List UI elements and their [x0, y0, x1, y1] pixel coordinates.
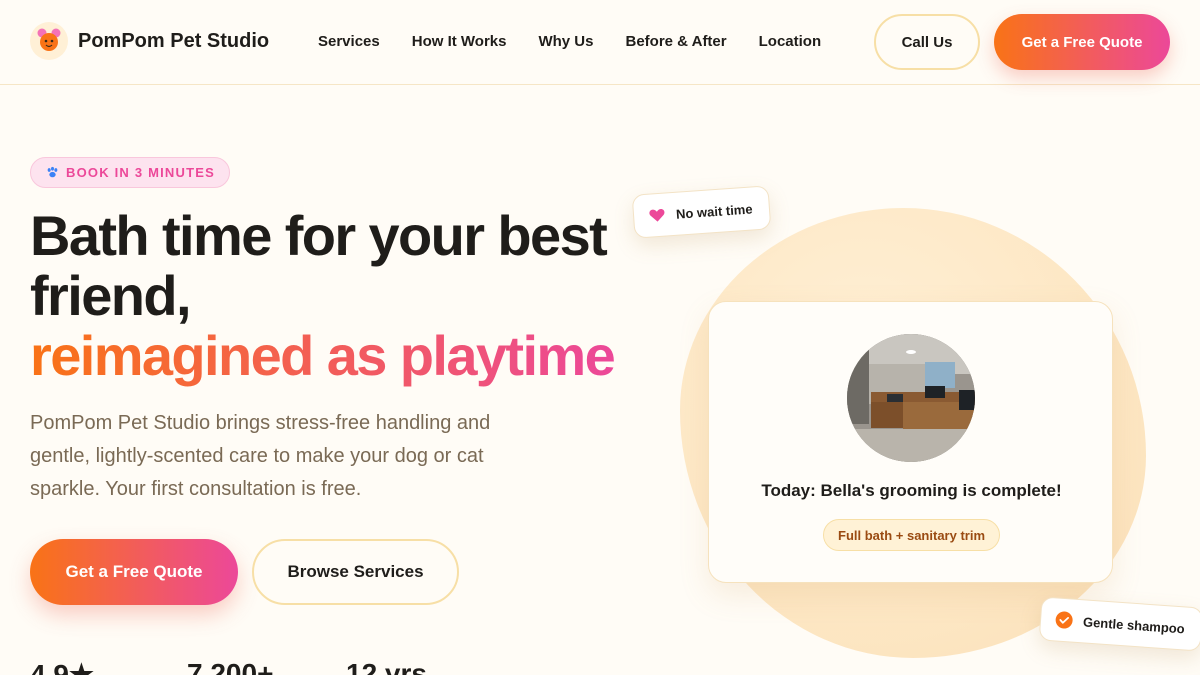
- status-card: Today: Bella's grooming is complete! Ful…: [708, 301, 1113, 583]
- hero-lead: PomPom Pet Studio brings stress-free han…: [30, 412, 491, 500]
- gentle-shampoo-label: Gentle shampoo: [1082, 613, 1186, 636]
- main-nav: Services How It Works Why Us Before & Af…: [318, 33, 821, 50]
- status-title: Today: Bella's grooming is complete!: [761, 481, 1062, 500]
- heart-icon: [649, 209, 665, 222]
- hero-title-line1: Bath time for your best: [30, 204, 608, 267]
- browse-services-button[interactable]: Browse Services: [252, 539, 459, 605]
- paw-logo-icon[interactable]: [30, 22, 68, 60]
- site-header: PomPom Pet Studio Services How It Works …: [0, 0, 1200, 85]
- hero-title-line2: friend,: [30, 264, 192, 327]
- salon-interior-image: [847, 334, 975, 462]
- stat-years: 12 yrs: [346, 658, 427, 675]
- get-quote-button[interactable]: Get a Free Quote: [30, 539, 238, 605]
- hero-title: Bath time for your best friend, reimagin…: [30, 206, 650, 386]
- brand-name[interactable]: PomPom Pet Studio: [78, 30, 269, 53]
- service-chip: Full bath + sanitary trim: [823, 519, 1001, 551]
- no-wait-badge: No wait time: [631, 185, 771, 239]
- nav-how-it-works[interactable]: How It Works: [412, 33, 507, 50]
- badge-label: BOOK IN 3 MINUTES: [66, 165, 215, 180]
- hero-title-highlight: reimagined as playtime: [30, 324, 616, 387]
- nav-services[interactable]: Services: [318, 33, 380, 50]
- stats-row: 4.9★ 7,200+ 12 yrs: [30, 658, 427, 675]
- nav-location[interactable]: Location: [759, 33, 822, 50]
- paw-icon: [47, 166, 58, 178]
- stat-rating: 4.9★: [30, 659, 95, 675]
- nav-why-us[interactable]: Why Us: [538, 33, 593, 50]
- gentle-shampoo-badge: Gentle shampoo: [1038, 596, 1200, 652]
- salon-photo: [847, 334, 975, 462]
- nav-before-after[interactable]: Before & After: [625, 33, 726, 50]
- call-us-button[interactable]: Call Us: [874, 14, 980, 70]
- check-circle-icon: [1055, 611, 1073, 629]
- header-quote-button[interactable]: Get a Free Quote: [994, 14, 1170, 70]
- stat-customers: 7,200+: [187, 658, 274, 675]
- booking-badge: BOOK IN 3 MINUTES: [30, 157, 230, 188]
- no-wait-label: No wait time: [675, 200, 753, 222]
